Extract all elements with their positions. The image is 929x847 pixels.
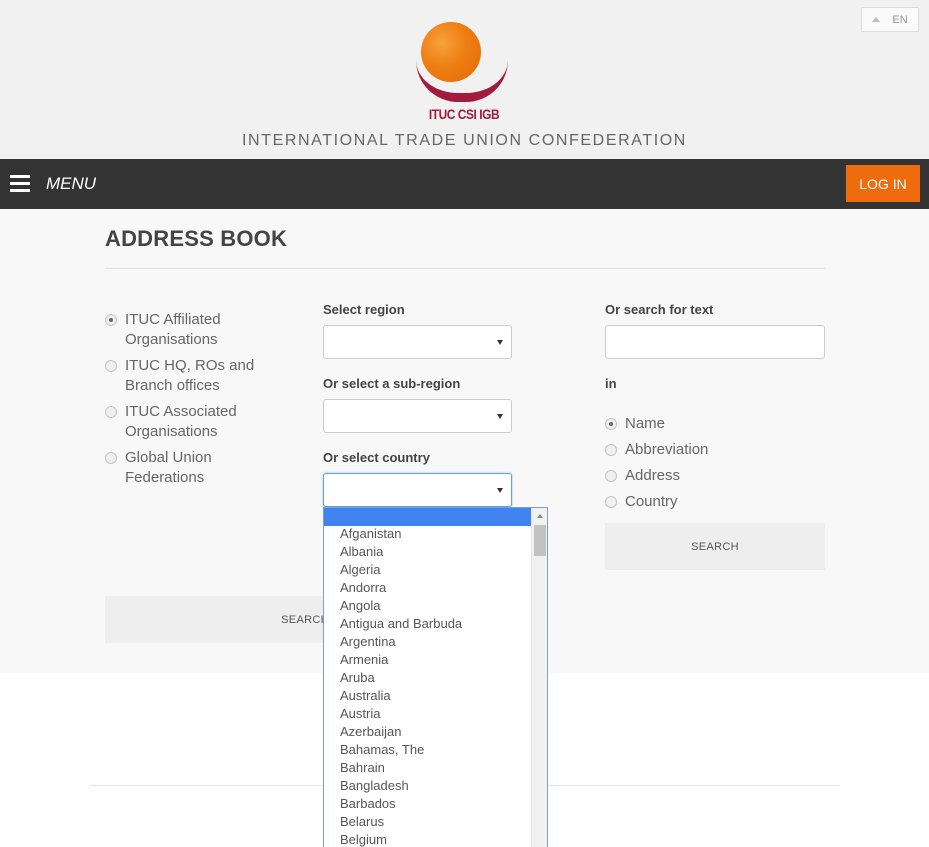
radio-org-affiliated[interactable] <box>105 314 117 326</box>
radio-field-country[interactable] <box>605 496 617 508</box>
country-option[interactable]: Belgium <box>340 831 387 847</box>
country-option[interactable]: Bahrain <box>340 759 385 777</box>
search-field-label: Abbreviation <box>625 441 709 458</box>
site-header: EN ITUC CSI IGB INTERNATIONAL TRADE UNIO… <box>0 0 929 159</box>
search-field-label: Name <box>625 415 666 432</box>
country-option[interactable]: Azerbaijan <box>340 723 401 741</box>
text-search-button[interactable]: SEARCH <box>605 523 825 570</box>
country-option[interactable]: Bahamas, The <box>340 741 424 759</box>
login-button[interactable]: LOG IN <box>846 165 920 202</box>
org-type-label: ITUC Affiliated Organisations <box>125 311 221 348</box>
region-select[interactable] <box>323 325 512 359</box>
subregion-label: Or select a sub-region <box>323 376 461 391</box>
logo-text: ITUC CSI IGB <box>428 106 500 122</box>
highlighted-option[interactable] <box>324 508 531 526</box>
country-option[interactable]: Algeria <box>340 561 380 579</box>
main-nav: MENU <box>0 159 929 209</box>
subregion-select[interactable] <box>323 399 512 433</box>
org-type-label: ITUC Associated Organisations <box>125 403 237 440</box>
country-dropdown-list[interactable]: Afganistan Albania Algeria Andorra Angola Ant… <box>323 507 548 847</box>
search-field-label: Country <box>625 493 678 510</box>
dropdown-arrow-icon <box>497 414 503 419</box>
dropdown-arrow-icon <box>497 340 503 345</box>
text-search-input[interactable] <box>605 325 825 359</box>
dropdown-arrow-icon <box>497 488 503 493</box>
language-label: EN <box>892 13 908 26</box>
organization-name: INTERNATIONAL TRADE UNION CONFEDERATION <box>242 132 687 149</box>
title-divider <box>105 268 825 269</box>
hamburger-menu-icon[interactable] <box>10 175 30 192</box>
country-option[interactable]: Andorra <box>340 579 386 597</box>
country-option[interactable]: Aruba <box>340 669 375 687</box>
radio-org-global-union[interactable] <box>105 452 117 464</box>
org-type-label: ITUC HQ, ROs and Branch offices <box>125 357 255 394</box>
country-option[interactable]: Antigua and Barbuda <box>340 615 462 633</box>
radio-org-hq[interactable] <box>105 360 117 372</box>
country-option[interactable]: Australia <box>340 687 391 705</box>
country-option[interactable]: Bangladesh <box>340 777 409 795</box>
country-option[interactable]: Angola <box>340 597 380 615</box>
org-type-label: Global Union Federations <box>125 449 212 486</box>
page-title: ADDRESS BOOK <box>105 226 288 251</box>
logo-arc-icon <box>416 60 508 102</box>
language-selector[interactable]: EN <box>861 7 919 32</box>
country-select[interactable] <box>323 473 512 507</box>
radio-field-abbreviation[interactable] <box>605 444 617 456</box>
caret-up-icon <box>872 17 881 22</box>
scroll-up-arrow-icon[interactable] <box>537 514 543 518</box>
country-option[interactable]: Armenia <box>340 651 388 669</box>
radio-field-name[interactable] <box>605 418 617 430</box>
country-option[interactable]: Albania <box>340 543 383 561</box>
radio-org-associated[interactable] <box>105 406 117 418</box>
country-label: Or select country <box>323 450 430 465</box>
menu-label[interactable]: MENU <box>46 174 96 194</box>
region-label: Select region <box>323 302 405 317</box>
ituc-logo[interactable]: ITUC CSI IGB <box>414 20 514 126</box>
dropdown-scrollbar[interactable] <box>531 508 547 847</box>
country-option[interactable]: Argentina <box>340 633 396 651</box>
text-search-label: Or search for text <box>605 302 714 317</box>
country-option[interactable]: Austria <box>340 705 380 723</box>
search-field-label: Address <box>625 467 681 484</box>
country-option[interactable]: Afganistan <box>340 525 401 543</box>
scroll-thumb[interactable] <box>534 525 546 556</box>
radio-field-address[interactable] <box>605 470 617 482</box>
country-option[interactable]: Belarus <box>340 813 384 831</box>
search-in-label: in <box>605 376 617 391</box>
country-option[interactable]: Barbados <box>340 795 396 813</box>
